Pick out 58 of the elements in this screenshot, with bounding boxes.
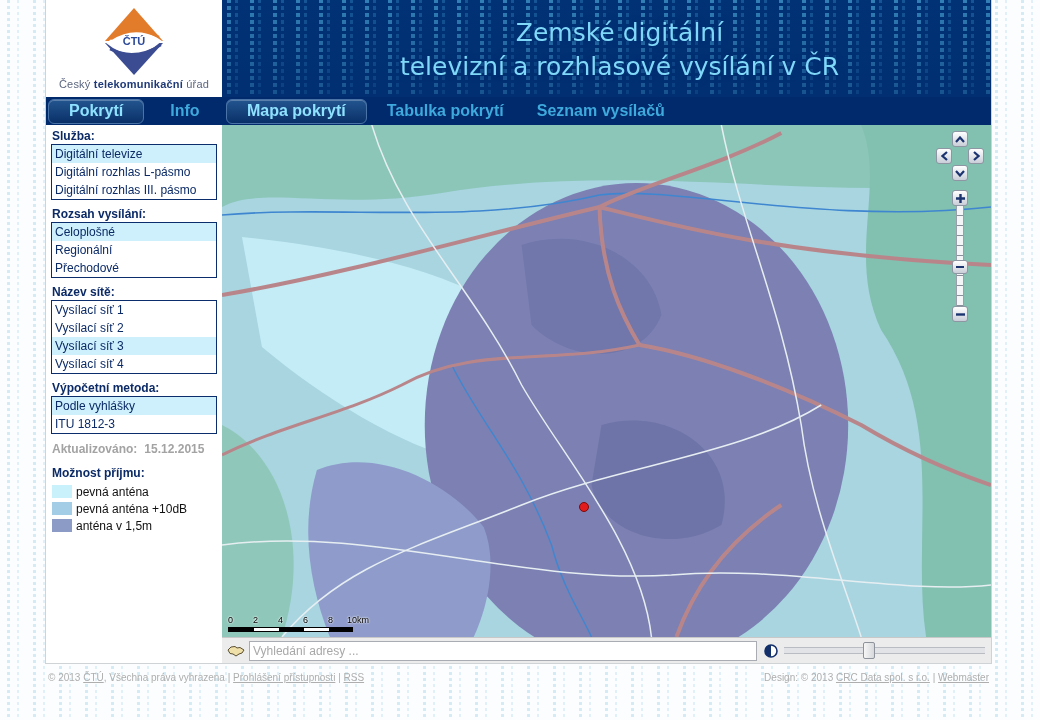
filter-title: Název sítě:: [52, 285, 115, 299]
minus-icon: [955, 312, 965, 316]
pan-up-button[interactable]: [952, 131, 968, 147]
plus-icon: [955, 193, 965, 203]
zoom-out-button[interactable]: [952, 306, 968, 322]
list-option[interactable]: Celoplošné: [52, 223, 216, 241]
map-drawing[interactable]: [222, 125, 991, 637]
legend-label: pevná anténa +10dB: [76, 501, 188, 516]
credits-text: Design: © 2013 CRC Data spol. s r.o. | Webmaster: [764, 672, 989, 683]
page-tab[interactable]: Mapa pokrytí: [226, 98, 367, 124]
legend-title: Možnost příjmu:: [52, 466, 145, 480]
zoom-slider-thumb[interactable]: [952, 260, 968, 275]
copyright-text: © 2013 ČTÚ, Všechna práva vyhrazena | Prohlášení přístupnosti | RSS: [48, 672, 365, 683]
filter-title: Služba:: [52, 129, 95, 143]
legend-label: anténa v 1,5m: [76, 518, 153, 533]
scale-label: 0: [228, 615, 234, 625]
list-option[interactable]: Digitální televize: [52, 145, 216, 163]
zoom-in-button[interactable]: [952, 190, 968, 206]
pan-left-button[interactable]: [936, 148, 952, 164]
list-option[interactable]: Vysílací síť 4: [52, 355, 216, 373]
page-tab[interactable]: Seznam vysílačů: [523, 98, 678, 124]
page-tab[interactable]: Tabulka pokrytí: [373, 98, 517, 124]
legend-label: pevná anténa: [76, 484, 149, 499]
country-map-icon[interactable]: [227, 644, 245, 657]
logo-caption: Český telekomunikační úřad: [58, 78, 210, 90]
section-tab[interactable]: Info: [157, 98, 213, 124]
site-title-line: televizní a rozhlasové vysílání v ČR: [399, 50, 840, 83]
update-date: 15.12.2015: [144, 442, 205, 456]
scale-label: 4: [278, 615, 284, 625]
list-option[interactable]: Vysílací síť 1: [52, 301, 216, 319]
scale-label: 6: [303, 615, 309, 625]
pan-down-button[interactable]: [952, 165, 968, 181]
list-option[interactable]: ITU 1812-3: [52, 415, 216, 433]
chevron-up-icon: [955, 135, 965, 143]
list-option[interactable]: Vysílací síť 2: [52, 319, 216, 337]
logo-text: ČTÚ: [121, 35, 147, 47]
contrast-icon: [764, 643, 778, 658]
update-label: Aktualizováno:: [52, 442, 138, 456]
list-option[interactable]: Přechodové: [52, 259, 216, 277]
list-option[interactable]: Digitální rozhlas III. pásmo: [52, 181, 216, 199]
filter-title: Rozsah vysílání:: [52, 207, 147, 221]
map-marker-icon[interactable]: [579, 502, 589, 512]
filter-title: Výpočetní metoda:: [52, 381, 160, 395]
scale-label: 10km: [347, 615, 370, 625]
chevron-down-icon: [955, 169, 965, 177]
site-title-line: Zemské digitální: [515, 16, 724, 49]
list-option[interactable]: Digitální rozhlas L-pásmo: [52, 163, 216, 181]
scale-label: 2: [253, 615, 259, 625]
chevron-left-icon: [940, 151, 948, 161]
opacity-slider-thumb[interactable]: [863, 642, 876, 659]
list-option[interactable]: Vysílací síť 3: [52, 337, 216, 355]
section-tab[interactable]: Pokrytí: [48, 98, 145, 124]
list-option[interactable]: Regionální: [52, 241, 216, 259]
logo-icon: [105, 8, 163, 75]
address-search-field[interactable]: Vyhledání adresy ...: [249, 640, 757, 661]
list-option[interactable]: Podle vyhlášky: [52, 397, 216, 415]
chevron-right-icon: [972, 151, 980, 161]
pan-right-button[interactable]: [968, 148, 984, 164]
